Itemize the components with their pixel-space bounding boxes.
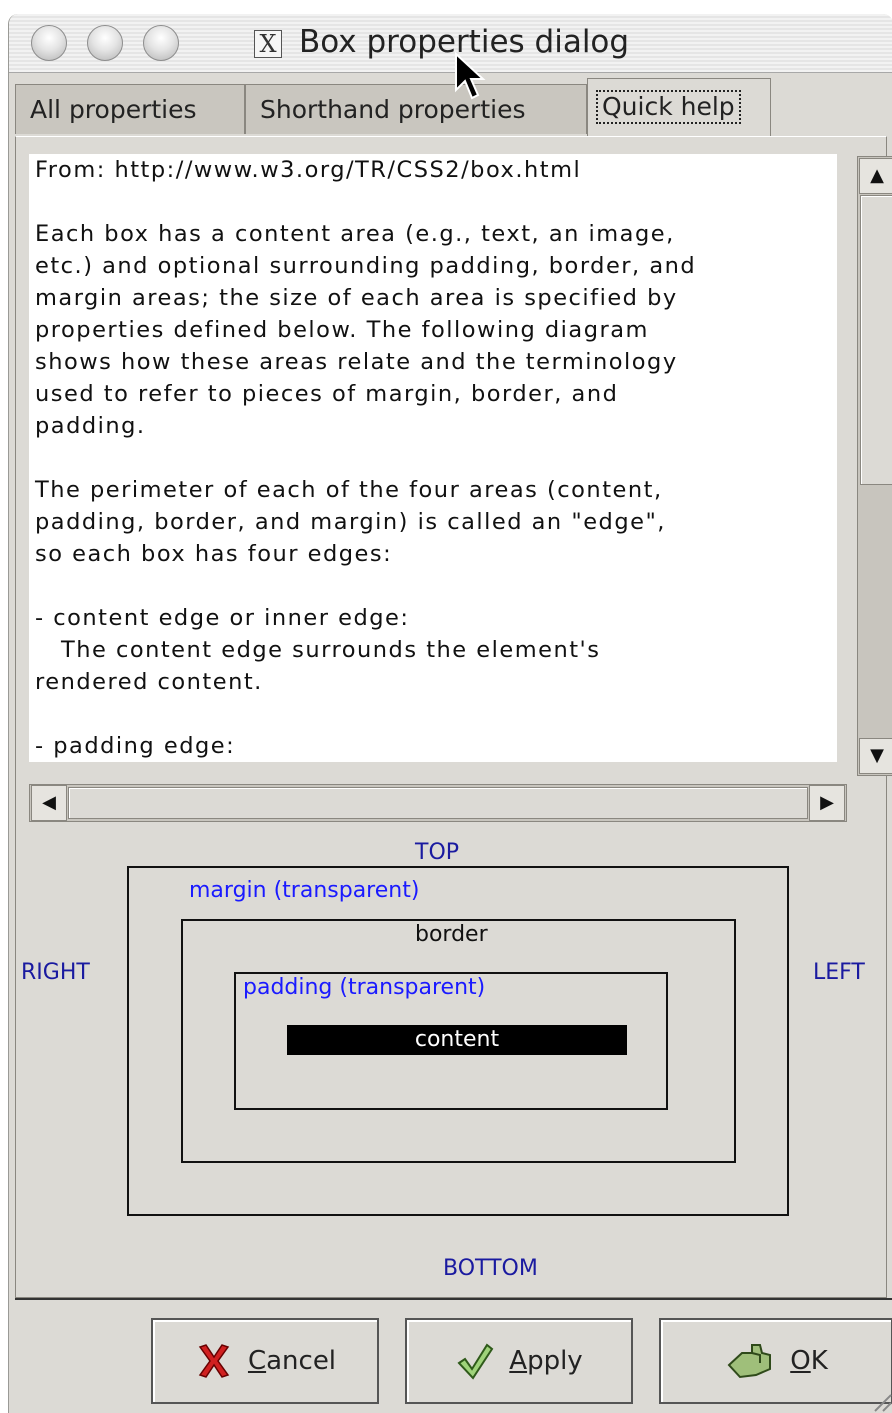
help-text-line: The content edge surrounds the element's xyxy=(35,637,601,663)
diagram-right-label: RIGHT xyxy=(21,960,90,985)
scroll-up-icon[interactable]: ▲ xyxy=(859,158,892,194)
scroll-left-icon[interactable]: ◀ xyxy=(31,785,67,821)
tab-all-properties[interactable]: All properties xyxy=(15,84,245,134)
button-separator xyxy=(15,1298,892,1300)
help-text-line: properties defined below. The following … xyxy=(35,317,649,343)
cancel-button[interactable]: Cancel xyxy=(151,1318,379,1404)
diagram-bottom-label: BOTTOM xyxy=(443,1256,538,1281)
apply-button[interactable]: Apply xyxy=(405,1318,633,1404)
help-text-line: Each box has a content area (e.g., text,… xyxy=(35,221,675,247)
help-text-line: padding. xyxy=(35,413,146,439)
tab-label: All properties xyxy=(30,95,197,124)
mouse-cursor-icon xyxy=(455,52,486,100)
ok-button[interactable]: OK xyxy=(659,1318,892,1404)
help-text-line: etc.) and optional surrounding padding, … xyxy=(35,253,697,279)
checkmark-icon xyxy=(457,1343,494,1380)
help-text-view[interactable]: From: http://www.w3.org/TR/CSS2/box.html… xyxy=(29,154,837,762)
margin-label: margin (transparent) xyxy=(189,878,420,903)
minimize-window-button[interactable] xyxy=(87,25,123,61)
help-text-line: - content edge or inner edge: xyxy=(35,605,410,631)
border-label: border xyxy=(415,922,488,947)
tab-shorthand-properties[interactable]: Shorthand properties xyxy=(245,84,587,134)
help-text-line: From: http://www.w3.org/TR/CSS2/box.html xyxy=(35,157,582,183)
scroll-down-icon[interactable]: ▼ xyxy=(859,738,892,774)
padding-label: padding (transparent) xyxy=(243,975,486,1000)
help-text-line: - padding edge: xyxy=(35,733,236,759)
help-text-line: margin areas; the size of each area is s… xyxy=(35,285,678,311)
help-text-line: rendered content. xyxy=(35,669,263,695)
apply-label: Apply xyxy=(509,1346,583,1376)
dialog-window: X Box properties dialog All properties S… xyxy=(8,14,892,1413)
tab-quick-help[interactable]: Quick help xyxy=(587,78,771,136)
help-text-line: padding, border, and margin) is called a… xyxy=(35,509,666,535)
scroll-right-icon[interactable]: ▶ xyxy=(809,785,845,821)
cancel-label: Cancel xyxy=(247,1346,337,1376)
diagram-top-label: TOP xyxy=(415,840,460,865)
horizontal-scrollbar[interactable]: ◀ ▶ xyxy=(29,784,847,822)
help-text-line: used to refer to pieces of margin, borde… xyxy=(35,381,619,407)
help-text-line: shows how these areas relate and the ter… xyxy=(35,349,678,375)
help-text-line xyxy=(29,698,837,730)
red-x-icon xyxy=(198,1344,230,1378)
x11-app-icon: X xyxy=(254,30,282,58)
hand-pointer-icon xyxy=(727,1344,772,1379)
tab-label: Quick help xyxy=(596,90,741,124)
content-label: content xyxy=(287,1025,627,1055)
vertical-scroll-thumb[interactable] xyxy=(860,195,892,485)
help-text-line xyxy=(29,442,837,474)
help-text-line: The perimeter of each of the four areas … xyxy=(35,477,663,503)
help-text-line: so each box has four edges: xyxy=(35,541,393,567)
horizontal-scroll-thumb[interactable] xyxy=(68,787,808,819)
diagram-left-label: LEFT xyxy=(813,960,865,985)
resize-grip-icon[interactable] xyxy=(865,1385,892,1413)
zoom-window-button[interactable] xyxy=(143,25,179,61)
ok-label: OK xyxy=(790,1346,828,1376)
title-bar[interactable]: X Box properties dialog xyxy=(9,14,892,73)
help-text-line xyxy=(29,186,837,218)
vertical-scrollbar[interactable]: ▲ ▼ xyxy=(857,156,892,776)
close-window-button[interactable] xyxy=(31,25,67,61)
help-text-line xyxy=(29,570,837,602)
